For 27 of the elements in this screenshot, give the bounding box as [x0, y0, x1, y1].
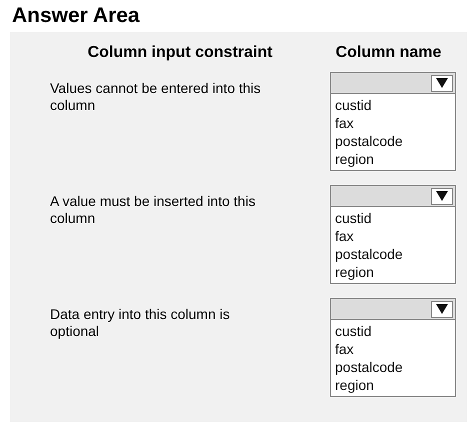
option-item[interactable]: fax: [335, 340, 451, 358]
option-item[interactable]: fax: [335, 227, 451, 245]
dropdown-button[interactable]: [431, 188, 453, 204]
constraint-text: A value must be inserted into this column: [49, 192, 256, 228]
caret-icon: [436, 191, 448, 201]
option-item[interactable]: postalcode: [335, 358, 451, 376]
option-item[interactable]: postalcode: [335, 132, 451, 150]
option-item[interactable]: region: [335, 376, 451, 394]
constraint-text: Data entry into this column is optional: [49, 305, 231, 341]
column-header: Column input constraint: [88, 44, 272, 62]
option-item[interactable]: custid: [335, 322, 451, 340]
caret-icon: [436, 304, 448, 314]
option-item[interactable]: fax: [335, 114, 451, 132]
dropdown-button[interactable]: [431, 74, 453, 92]
dropdown-field[interactable]: [330, 72, 456, 94]
dropdown-field[interactable]: [330, 185, 456, 207]
dropdown-button[interactable]: [431, 300, 453, 318]
caret-icon: [436, 78, 448, 88]
option-item[interactable]: region: [335, 263, 451, 281]
answer-area-title: Answer Area: [11, 3, 141, 29]
option-item[interactable]: postalcode: [335, 245, 451, 263]
dropdown-field[interactable]: [330, 298, 456, 320]
option-item[interactable]: custid: [335, 209, 451, 227]
constraint-text: Values cannot be entered into this column: [49, 79, 262, 115]
option-item[interactable]: custid: [335, 96, 451, 114]
column-header: Column name: [336, 44, 442, 62]
option-item[interactable]: region: [335, 150, 451, 168]
